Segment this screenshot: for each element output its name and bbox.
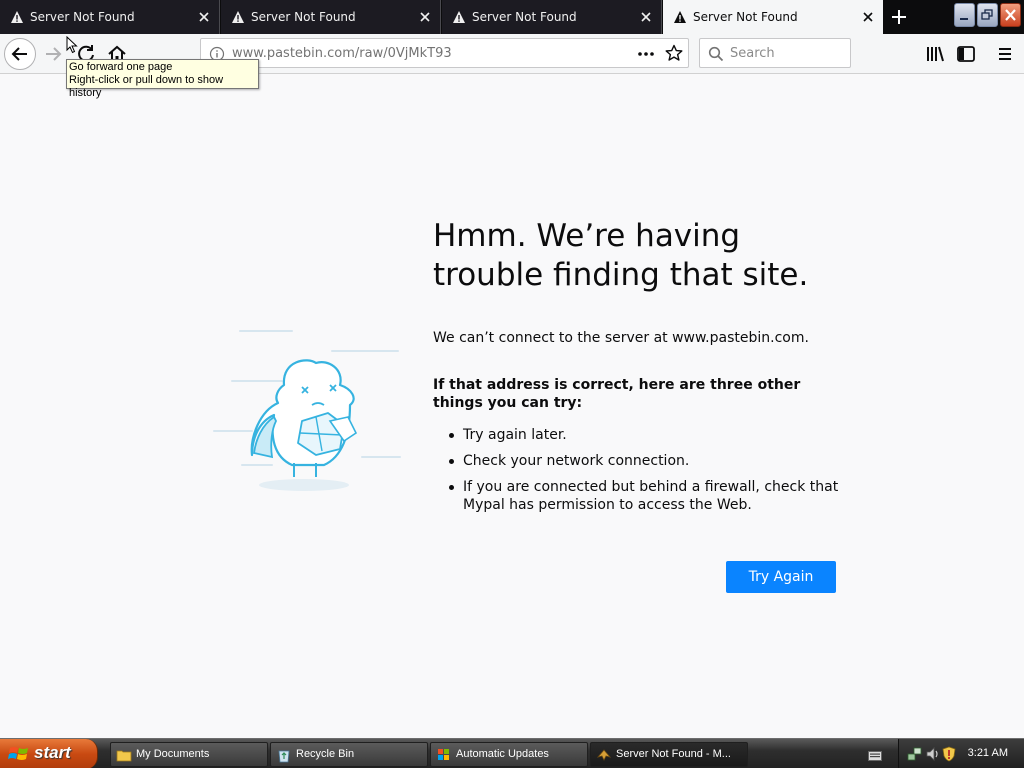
page-content: Hmm. We’re having trouble finding that s… [0,75,1024,738]
start-label: start [34,743,71,762]
taskbar: start My Documents Recycle Bin Automatic… [0,738,1024,768]
taskbar-item-recycle-bin[interactable]: Recycle Bin [270,742,428,767]
bookmark-star-icon[interactable] [665,44,683,62]
close-tab-icon[interactable] [197,10,211,24]
hamburger-menu-icon [999,48,1011,60]
keyboard-layout-icon[interactable] [868,747,882,761]
sad-dino-illustration [213,330,401,491]
url-text[interactable]: www.pastebin.com/raw/0VjMkT93 [232,46,452,61]
security-shield-icon[interactable] [942,746,956,762]
forward-button-tooltip: Go forward one page Right-click or pull … [66,59,259,99]
system-tray: 3:21 AM [898,739,1024,768]
close-tab-icon[interactable] [861,10,875,24]
error-suggestions-heading: If that address is correct, here are thr… [433,377,801,411]
close-icon [1005,9,1016,21]
mypal-browser-icon [596,749,612,761]
tooltip-line-2: Right-click or pull down to show history [69,74,224,99]
start-button[interactable]: start [0,739,98,768]
tooltip-line-1: Go forward one page [69,61,173,73]
tab-title: Server Not Found [472,10,577,24]
window-controls [952,0,1024,34]
warning-icon [453,11,465,23]
restore-button[interactable] [977,3,998,27]
tab-server-not-found-2[interactable]: Server Not Found [221,0,441,34]
folder-icon [116,750,132,762]
windows-update-icon [438,749,449,760]
forward-button[interactable] [39,39,69,69]
back-arrow-icon [11,47,27,61]
warning-icon [11,11,23,23]
taskbar-item-label: Server Not Found - M... [616,748,731,760]
taskbar-item-automatic-updates[interactable]: Automatic Updates [430,742,588,767]
try-again-button[interactable]: Try Again [726,561,836,593]
clock: 3:21 AM [967,747,1008,759]
close-tab-icon[interactable] [418,10,432,24]
sidebar-toggle-button[interactable] [951,39,981,69]
error-description: We can’t connect to the server at www.pa… [433,330,809,346]
windows-logo-icon [8,747,28,760]
suggestion-item: Check your network connection. [433,452,843,470]
mouse-cursor-icon [66,36,78,54]
close-window-button[interactable] [1000,3,1021,27]
back-button[interactable] [4,38,36,70]
tab-strip: Server Not Found Server Not Found Server… [0,0,1024,34]
error-title: Hmm. We’re having trouble finding that s… [433,218,809,293]
taskbar-item-my-documents[interactable]: My Documents [110,742,268,767]
minimize-icon [960,18,968,20]
minimize-button[interactable] [954,3,975,27]
taskbar-item-label: My Documents [136,748,210,760]
volume-icon[interactable] [925,746,941,762]
url-bar[interactable]: www.pastebin.com/raw/0VjMkT93 [200,38,689,68]
tab-server-not-found-1[interactable]: Server Not Found [0,0,220,34]
library-button[interactable] [920,39,950,69]
tab-title: Server Not Found [693,10,798,24]
error-message-block: Hmm. We’re having trouble finding that s… [433,217,843,522]
warning-icon [674,11,686,23]
suggestion-item: Try again later. [433,426,843,444]
taskbar-item-mypal-browser[interactable]: Server Not Found - M... [590,742,748,767]
suggestions-list: Try again later. Check your network conn… [433,426,843,514]
taskbar-item-label: Automatic Updates [456,748,549,760]
new-tab-plus-icon[interactable] [886,4,912,30]
recycle-bin-icon [278,750,290,763]
search-bar[interactable] [699,38,851,68]
restore-icon [981,9,993,20]
warning-icon [232,11,244,23]
sidebar-icon [957,46,975,62]
taskbar-item-label: Recycle Bin [296,748,355,760]
page-actions-ellipsis-icon[interactable] [637,46,655,62]
search-input[interactable] [730,44,842,62]
forward-arrow-icon [46,47,62,61]
close-tab-icon[interactable] [639,10,653,24]
tab-title: Server Not Found [30,10,135,24]
tab-server-not-found-active[interactable]: Server Not Found [663,0,883,34]
tab-server-not-found-3[interactable]: Server Not Found [442,0,662,34]
suggestion-item: If you are connected but behind a firewa… [433,478,843,514]
search-icon [708,46,724,62]
tab-title: Server Not Found [251,10,356,24]
library-icon [927,46,944,62]
network-icon[interactable] [907,746,923,762]
menu-button[interactable] [990,39,1020,69]
